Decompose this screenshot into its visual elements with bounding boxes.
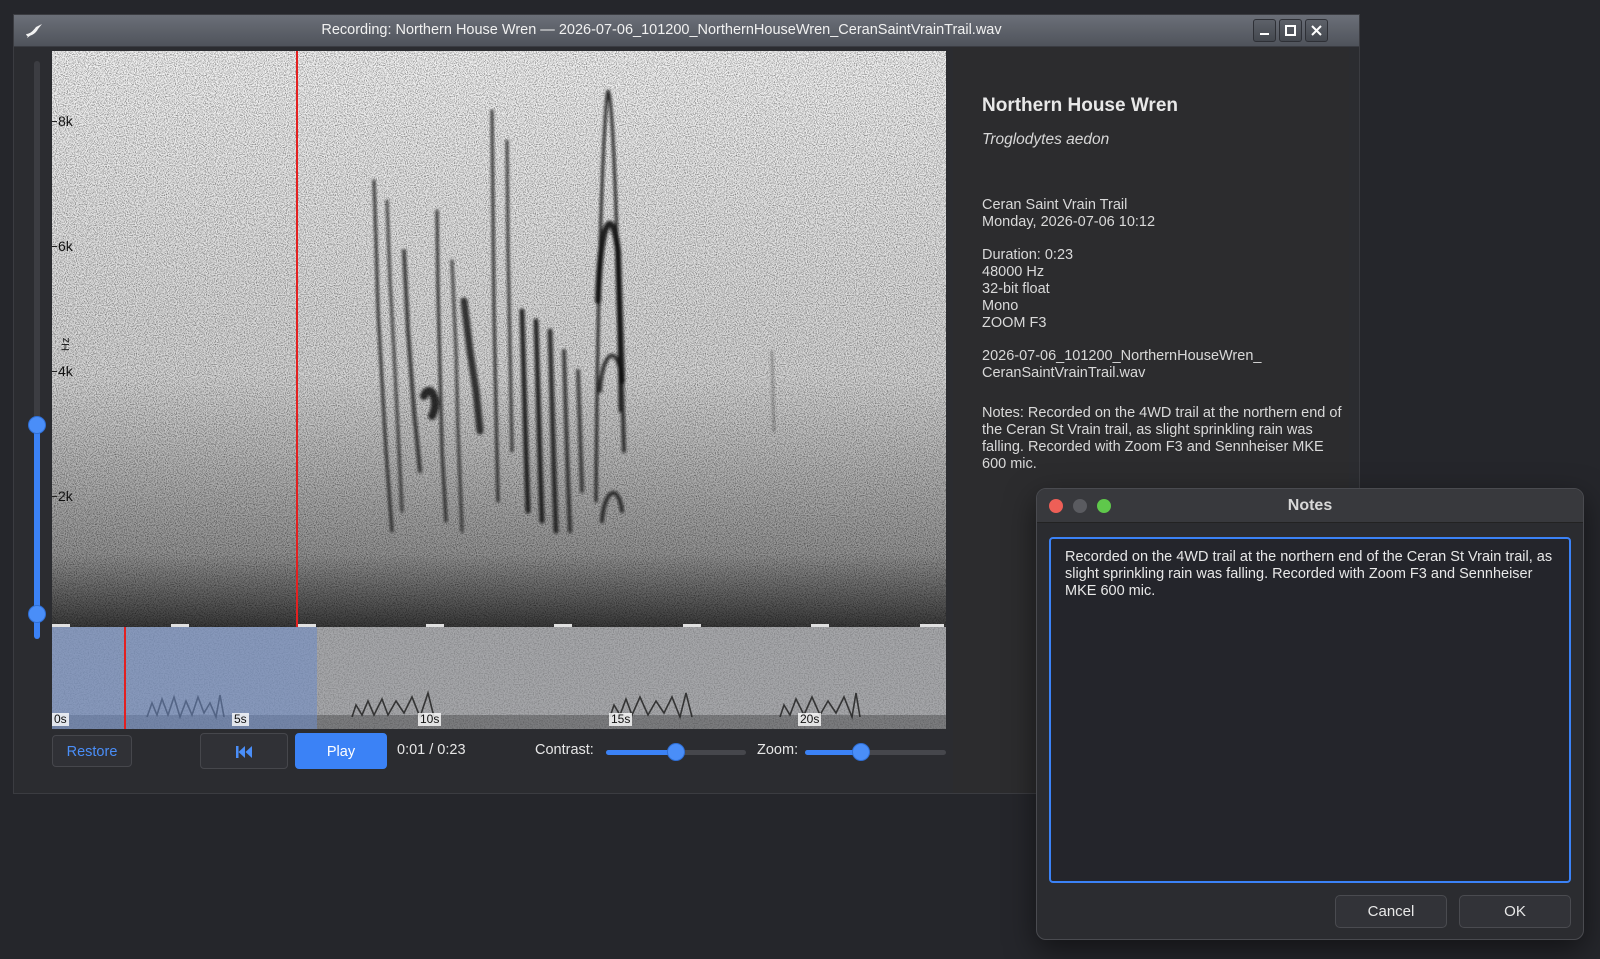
zoom-slider-handle[interactable] bbox=[852, 743, 871, 761]
contrast-label: Contrast: bbox=[535, 742, 594, 758]
contrast-slider-handle[interactable] bbox=[667, 743, 685, 761]
playhead-marker[interactable] bbox=[296, 51, 298, 643]
notes-text: Notes: Recorded on the 4WD trail at the … bbox=[982, 405, 1342, 472]
channels-text: Mono bbox=[982, 298, 1019, 314]
ok-button[interactable]: OK bbox=[1459, 895, 1571, 928]
datetime-text: Monday, 2026-07-06 10:12 bbox=[982, 214, 1156, 230]
overview-tick: 0s bbox=[52, 712, 69, 726]
overview-tick: 15s bbox=[609, 712, 633, 726]
bit-depth-text: 32-bit float bbox=[982, 281, 1050, 297]
species-scientific-name: Troglodytes aedon bbox=[982, 131, 1110, 148]
window-titlebar[interactable]: Recording: Northern House Wren — 2026-07… bbox=[14, 15, 1359, 47]
y-tick: 4k bbox=[52, 363, 73, 379]
frequency-slider-upper-handle[interactable] bbox=[28, 416, 46, 435]
overview-playhead bbox=[124, 627, 126, 729]
minimize-icon bbox=[1260, 33, 1269, 35]
y-tick: 6k bbox=[52, 238, 73, 254]
minimize-button[interactable] bbox=[1253, 19, 1276, 42]
location-text: Ceran Saint Vrain Trail bbox=[982, 197, 1128, 213]
playback-time: 0:01 / 0:23 bbox=[397, 742, 466, 758]
maximize-icon bbox=[1285, 25, 1296, 36]
frequency-slider-lower-handle[interactable] bbox=[28, 605, 46, 623]
cancel-button[interactable]: Cancel bbox=[1335, 895, 1447, 928]
skip-back-icon bbox=[236, 746, 252, 758]
play-button[interactable]: Play bbox=[295, 733, 387, 769]
overview-tick: 5s bbox=[232, 712, 249, 726]
overview-strip[interactable]: 0s 5s 10s 15s 20s bbox=[52, 627, 946, 729]
notes-dialog-title: Notes bbox=[1287, 497, 1333, 514]
spectrogram-image bbox=[52, 51, 946, 643]
rewind-button[interactable] bbox=[200, 733, 288, 769]
playback-controls: Restore Play 0:01 / 0:23 Contrast: Zoom: bbox=[52, 733, 946, 773]
notes-textarea[interactable]: Recorded on the 4WD trail at the norther… bbox=[1049, 537, 1571, 883]
bird-app-icon bbox=[26, 24, 42, 38]
filename-line-1: 2026-07-06_101200_NorthernHouseWren_ bbox=[982, 348, 1262, 364]
device-text: ZOOM F3 bbox=[982, 315, 1047, 331]
overview-tick: 10s bbox=[418, 712, 442, 726]
zoom-label: Zoom: bbox=[757, 742, 799, 758]
overview-tick: 20s bbox=[798, 712, 822, 726]
window-title: Recording: Northern House Wren — 2026-07… bbox=[321, 22, 1002, 38]
sample-rate-text: 48000 Hz bbox=[982, 264, 1045, 280]
notes-dialog-titlebar[interactable]: Notes bbox=[1037, 489, 1583, 523]
duration-text: Duration: 0:23 bbox=[982, 247, 1074, 263]
y-tick: 8k bbox=[52, 113, 73, 129]
notes-dialog: Notes Recorded on the 4WD trail at the n… bbox=[1036, 488, 1584, 940]
contrast-slider-fill bbox=[606, 750, 676, 755]
close-button[interactable] bbox=[1305, 19, 1328, 42]
species-common-name: Northern House Wren bbox=[982, 95, 1179, 116]
maximize-button[interactable] bbox=[1279, 19, 1302, 42]
spectrogram-view[interactable]: Hz 8k 6k 4k 2k 0s 1s 2s 3s 4s 5s 6s sec bbox=[52, 51, 946, 643]
y-tick: 2k bbox=[52, 488, 73, 504]
overview-selection-window[interactable] bbox=[52, 627, 317, 729]
y-axis-label: Hz bbox=[60, 337, 72, 351]
close-icon bbox=[1311, 25, 1322, 36]
restore-button[interactable]: Restore bbox=[52, 735, 132, 767]
filename-line-2: CeranSaintVrainTrail.wav bbox=[982, 365, 1146, 381]
